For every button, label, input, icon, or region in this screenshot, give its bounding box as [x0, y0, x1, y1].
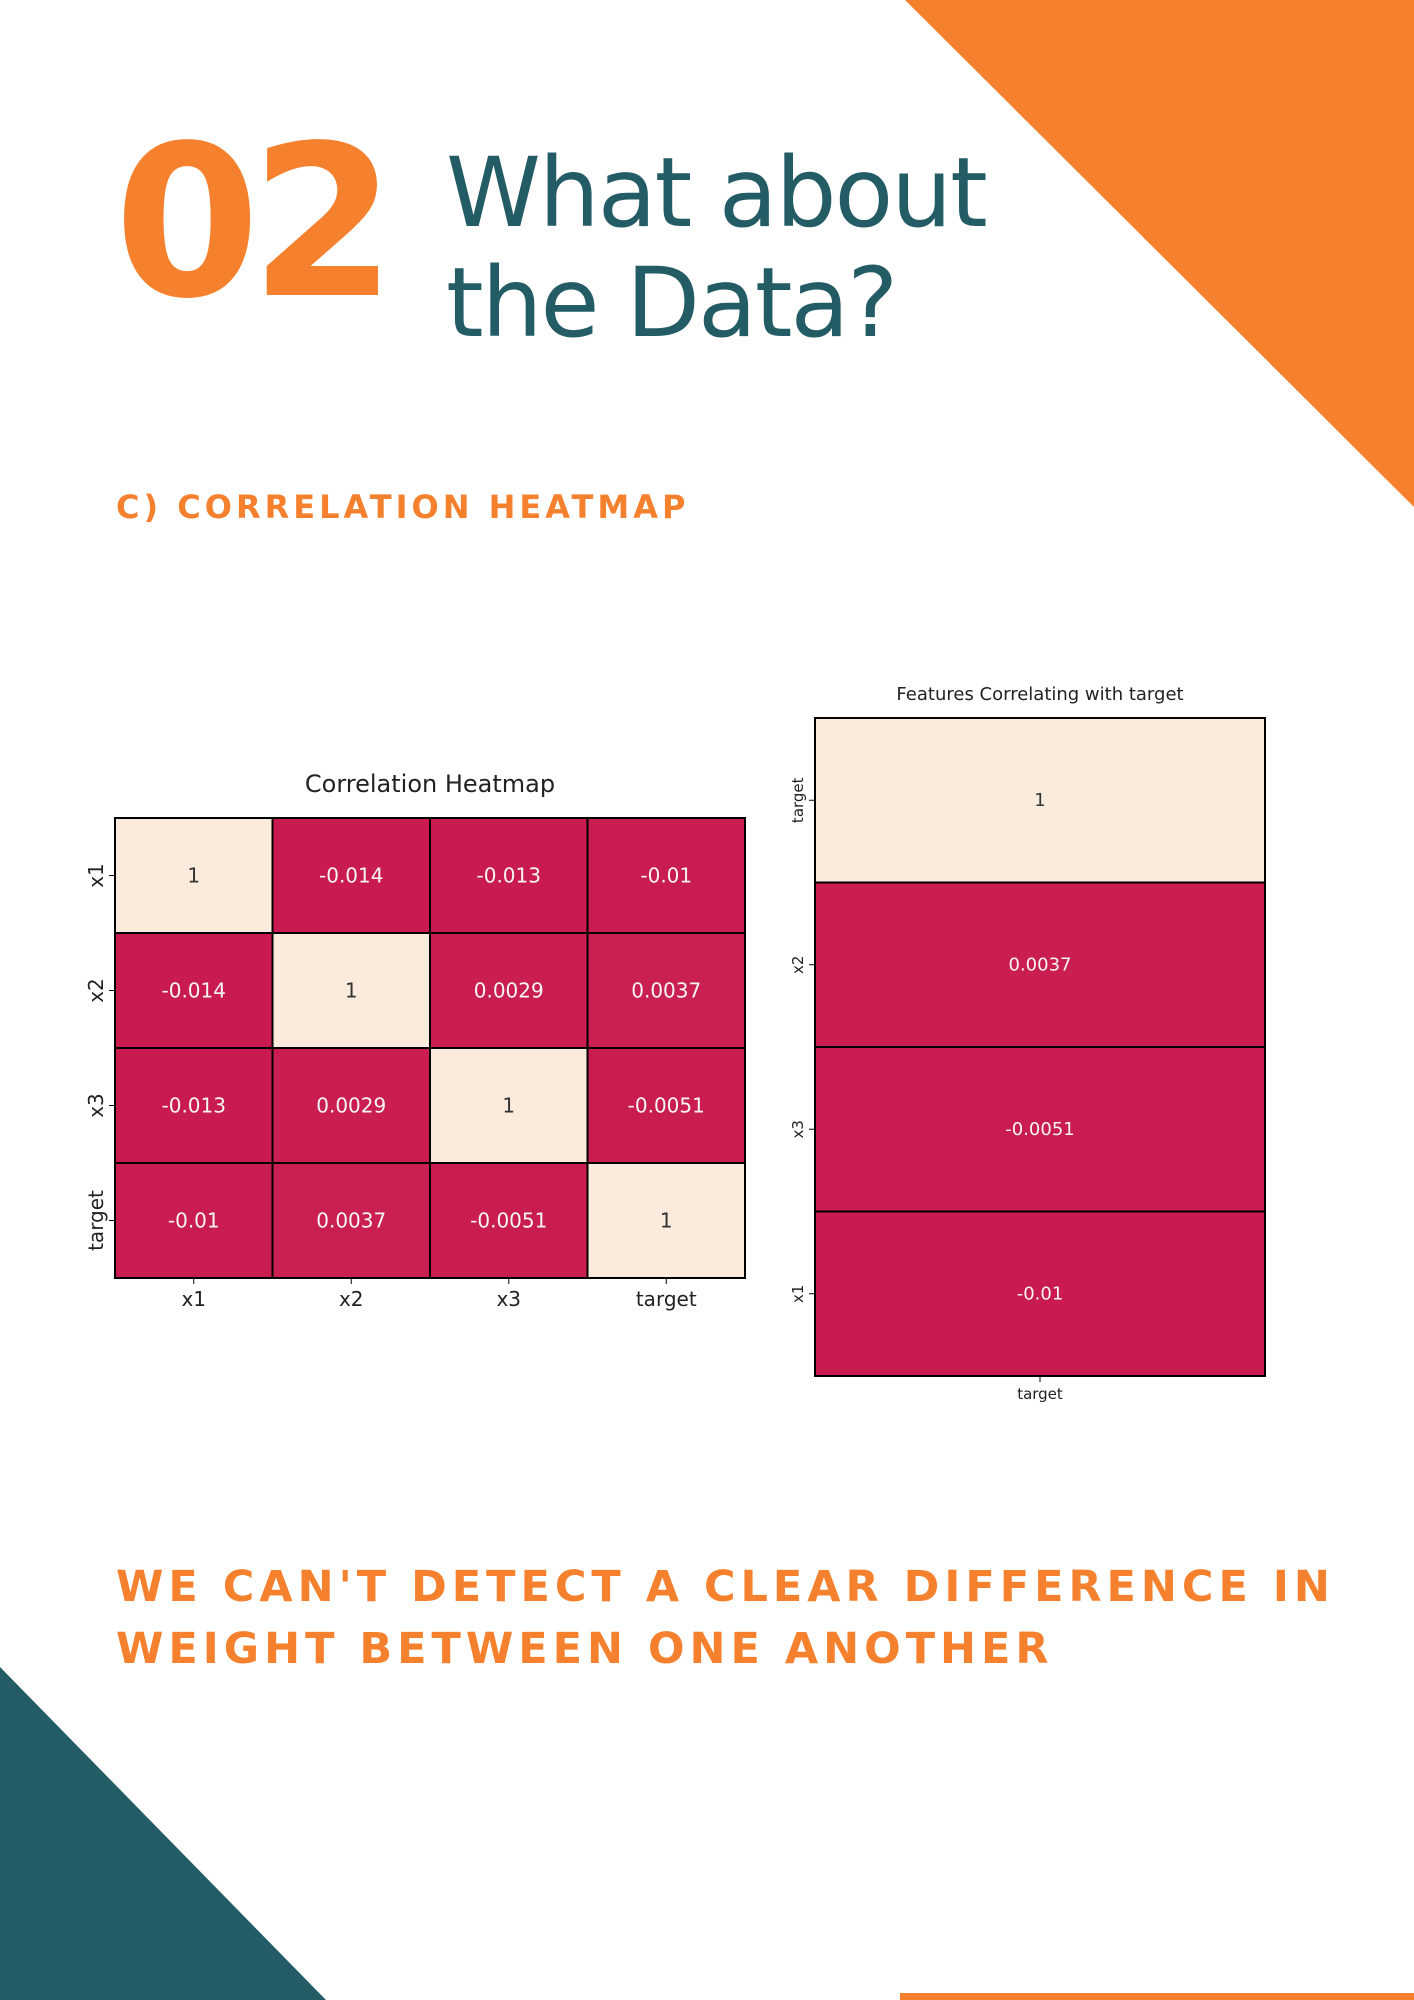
- x-tick-label: target: [1017, 1385, 1063, 1403]
- y-tick-label: x3: [84, 1093, 108, 1118]
- cell-value-label: -0.014: [162, 979, 226, 1003]
- cell-value-label: 1: [660, 1209, 673, 1233]
- cell-value-label: -0.01: [168, 1209, 220, 1233]
- cell-value-label: -0.0051: [628, 1094, 705, 1118]
- cell-value-label: 0.0029: [474, 979, 544, 1003]
- correlation-heatmap: Correlation Heatmap 1 -0.014 -0.013 -0.01 -0.…: [84, 770, 746, 1311]
- conclusion-text: WE CAN'T DETECT A CLEAR DIFFERENCE IN WE…: [116, 1562, 1335, 1674]
- cell-value-label: -0.013: [477, 864, 541, 888]
- y-tick-label: target: [84, 1190, 108, 1251]
- x-tick-label: x3: [496, 1287, 521, 1311]
- cell-value-label: 1: [502, 1094, 515, 1118]
- orange-bottom-bar: [900, 1993, 1414, 2000]
- x-tick-label: x2: [339, 1287, 364, 1311]
- chart-title: Features Correlating with target: [896, 684, 1183, 705]
- x-tick-label: x1: [181, 1287, 206, 1311]
- chart-title: Correlation Heatmap: [305, 770, 555, 798]
- y-tick-label: x1: [84, 863, 108, 888]
- cell-value-label: 0.0029: [316, 1094, 386, 1118]
- y-tick-label: x1: [789, 1285, 807, 1303]
- teal-corner-triangle: [0, 1667, 326, 2000]
- cell-value-label: 0.0037: [316, 1209, 386, 1233]
- y-tick-label: x3: [789, 1120, 807, 1138]
- cell-value-label: -0.01: [640, 864, 692, 888]
- y-tick-label: x2: [84, 978, 108, 1003]
- y-tick-label: target: [789, 777, 807, 823]
- cell-value-label: -0.013: [162, 1094, 226, 1118]
- cell-value-label: -0.014: [319, 864, 383, 888]
- page-title: What about the Data?: [446, 137, 988, 359]
- y-tick-label: x2: [789, 956, 807, 974]
- cell-value-label: 1: [187, 864, 200, 888]
- section-label: C) CORRELATION HEATMAP: [116, 488, 690, 526]
- cell-value-label: -0.0051: [470, 1209, 547, 1233]
- cell-value-label: 0.0037: [1009, 954, 1072, 975]
- cell-value-label: 1: [345, 979, 358, 1003]
- cell-value-label: -0.0051: [1005, 1119, 1074, 1140]
- x-tick-label: target: [636, 1287, 697, 1311]
- cell-value-label: -0.01: [1017, 1283, 1064, 1304]
- section-number: 02: [114, 100, 396, 345]
- cell-value-label: 0.0037: [631, 979, 701, 1003]
- target-correlation-heatmap: Features Correlating with target 1 0.0037 -…: [789, 684, 1266, 1403]
- cell-value-label: 1: [1034, 790, 1045, 811]
